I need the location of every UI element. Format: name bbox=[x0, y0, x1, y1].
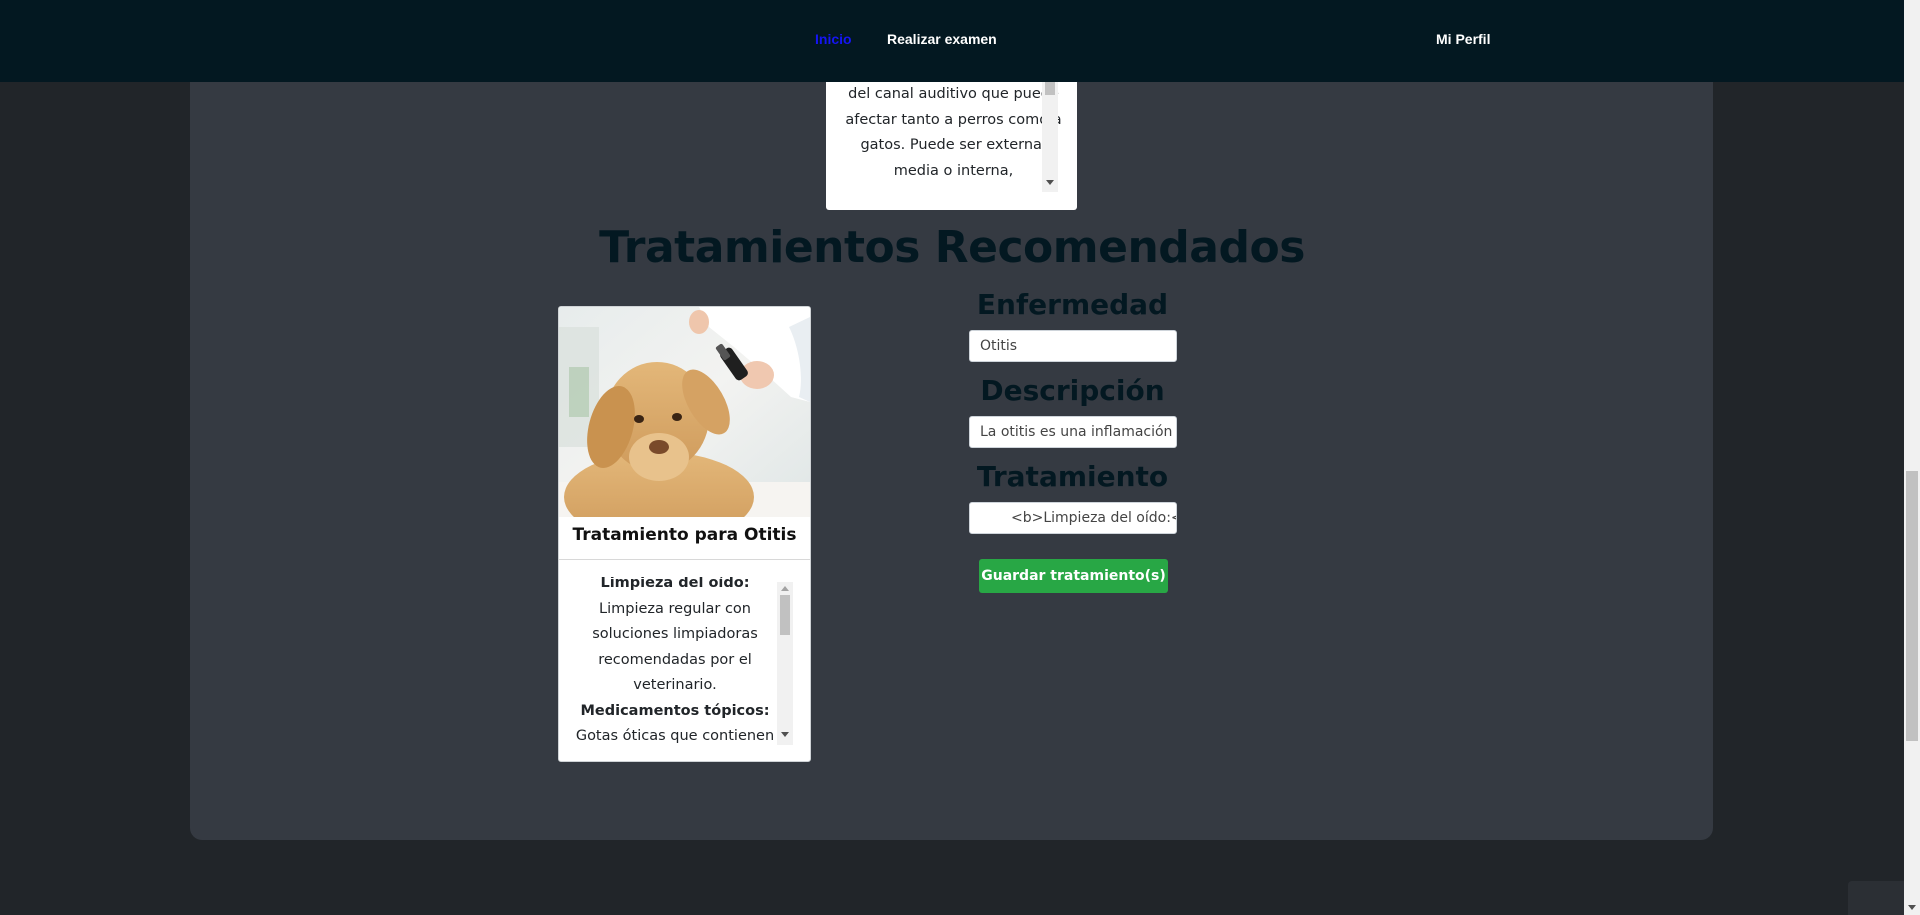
treatment-card-title: Tratamiento para Otitis bbox=[572, 525, 797, 545]
treatment-card-body[interactable]: Limpieza del oído: Limpieza regular con … bbox=[575, 577, 793, 745]
scroll-arrow-down-icon[interactable] bbox=[1908, 905, 1916, 910]
treatment-item-text: Gotas óticas que contienen antibióticos,… bbox=[575, 728, 775, 744]
corner-widget bbox=[1848, 881, 1904, 915]
disease-label: Enfermedad bbox=[976, 288, 1169, 321]
scroll-arrow-up-icon[interactable] bbox=[781, 586, 789, 591]
top-navbar: Inicio Realizar examen Mi Perfil bbox=[0, 0, 1904, 82]
card-divider bbox=[559, 559, 810, 560]
nav-link-inicio[interactable]: Inicio bbox=[815, 31, 852, 47]
nav-link-realizar-examen[interactable]: Realizar examen bbox=[887, 31, 997, 47]
scroll-arrow-down-icon[interactable] bbox=[781, 732, 789, 737]
description-line: del canal auditivo que puede bbox=[848, 86, 1059, 102]
treatment-item-text: Limpieza regular con soluciones limpiado… bbox=[592, 600, 758, 694]
description-label: Descripción bbox=[980, 374, 1165, 407]
treatment-input[interactable]: <b>Limpieza del oído:< bbox=[969, 502, 1177, 534]
save-treatments-button[interactable]: Guardar tratamiento(s) bbox=[979, 559, 1168, 593]
dog-vet-image bbox=[559, 307, 810, 517]
treatment-card: Tratamiento para Otitis Limpieza del oíd… bbox=[558, 306, 811, 762]
treatment-item-heading: Limpieza del oído: bbox=[600, 577, 750, 591]
treatment-scrollbar-thumb[interactable] bbox=[780, 595, 790, 635]
description-line: afectar tanto a perros como a bbox=[845, 111, 1062, 128]
description-input[interactable]: La otitis es una inflamación bbox=[969, 416, 1177, 448]
disease-input[interactable]: Otitis bbox=[969, 330, 1177, 362]
treatment-label: Tratamiento bbox=[976, 460, 1169, 493]
section-title: Tratamientos Recomendados bbox=[599, 222, 1305, 273]
page-scrollbar[interactable] bbox=[1904, 0, 1920, 915]
page-scrollbar-thumb[interactable] bbox=[1906, 471, 1918, 741]
disease-description-card: del canal auditivo que puede afectar tan… bbox=[826, 60, 1077, 210]
description-line: gatos. Puede ser externa, bbox=[860, 137, 1047, 153]
scroll-arrow-down-icon[interactable] bbox=[1046, 180, 1054, 185]
treatment-body-text: Limpieza del oído: Limpieza regular con … bbox=[575, 577, 775, 745]
nav-link-mi-perfil[interactable]: Mi Perfil bbox=[1436, 31, 1490, 47]
treatment-scrollbar[interactable] bbox=[777, 582, 793, 745]
disease-description-text: del canal auditivo que puede afectar tan… bbox=[836, 82, 1071, 184]
treatment-item-heading: Medicamentos tópicos: bbox=[580, 702, 770, 719]
description-line: media o interna, bbox=[893, 162, 1014, 179]
